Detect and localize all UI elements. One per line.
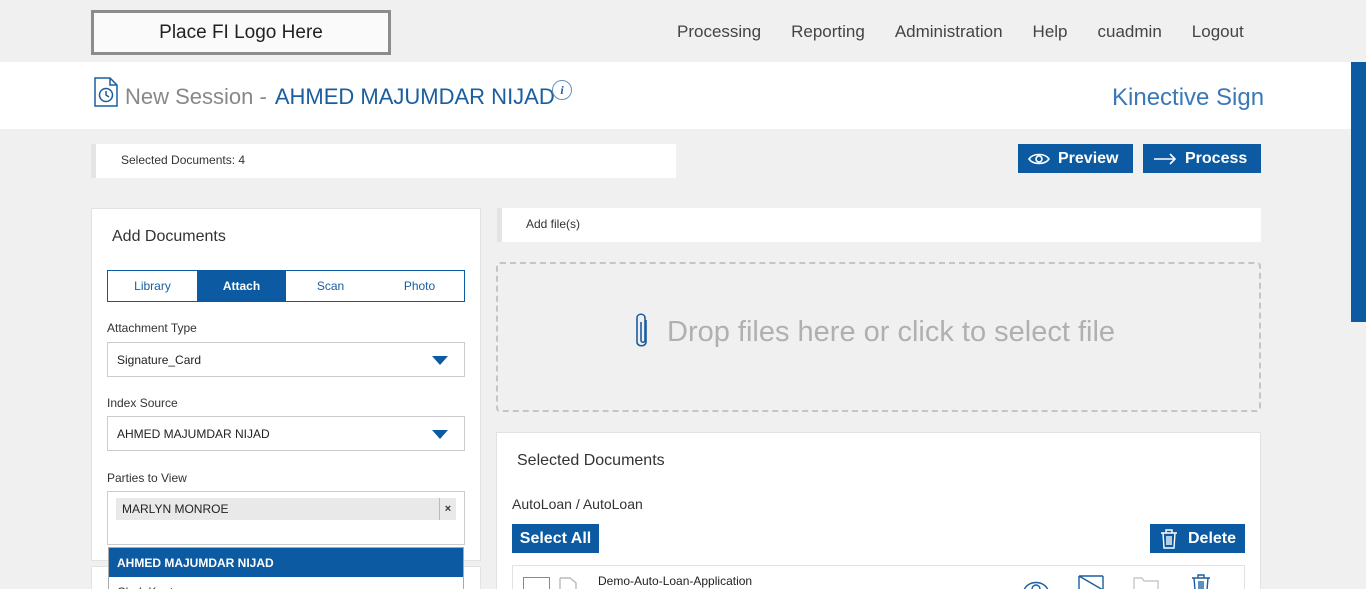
attachment-type-value: Signature_Card	[117, 353, 202, 367]
index-source-label: Index Source	[107, 396, 178, 410]
party-chip: MARLYN MONROE	[116, 498, 456, 520]
main-nav: Processing Reporting Administration Help…	[677, 22, 1244, 42]
tab-scan[interactable]: Scan	[286, 271, 375, 301]
eye-icon[interactable]	[1023, 574, 1049, 589]
tab-library[interactable]: Library	[108, 271, 197, 301]
edit-icon[interactable]	[1078, 574, 1104, 589]
trash-icon[interactable]	[1188, 574, 1214, 589]
index-source-value: AHMED MAJUMDAR NIJAD	[117, 427, 270, 441]
nav-logout[interactable]: Logout	[1192, 22, 1244, 42]
preview-button[interactable]: Preview	[1018, 144, 1133, 173]
parties-dropdown: AHMED MAJUMDAR NIJAD Clark Kent	[108, 547, 464, 589]
selected-documents-count: Selected Documents: 4	[91, 144, 676, 178]
selected-count-text: Selected Documents: 4	[121, 153, 246, 167]
nav-administration[interactable]: Administration	[895, 22, 1003, 42]
session-party-name: AHMED MAJUMDAR NIJAD	[274, 84, 555, 109]
chip-remove-icon[interactable]: ×	[439, 498, 456, 520]
nav-processing[interactable]: Processing	[677, 22, 761, 42]
top-bar: Place FI Logo Here Processing Reporting …	[0, 0, 1366, 62]
nav-user[interactable]: cuadmin	[1098, 22, 1162, 42]
process-label: Process	[1185, 149, 1248, 167]
index-source-select[interactable]: AHMED MAJUMDAR NIJAD	[107, 416, 465, 451]
attachment-type-label: Attachment Type	[107, 321, 197, 335]
select-all-button[interactable]: Select All	[512, 524, 599, 553]
trash-icon	[1161, 528, 1177, 549]
session-label: New Session -	[125, 84, 267, 109]
parties-to-view-label: Parties to View	[107, 471, 187, 485]
add-files-label: Add file(s)	[526, 217, 581, 231]
selected-documents-title: Selected Documents	[517, 452, 665, 469]
preview-label: Preview	[1058, 149, 1119, 167]
nav-help[interactable]: Help	[1033, 22, 1068, 42]
delete-button[interactable]: Delete	[1150, 524, 1245, 553]
document-group-title: AutoLoan / AutoLoan	[512, 496, 643, 512]
page-title: New Session - AHMED MAJUMDAR NIJAD	[125, 84, 555, 110]
tab-attach[interactable]: Attach	[197, 271, 286, 301]
scrollbar-thumb[interactable]	[1351, 62, 1366, 322]
eye-icon	[1028, 153, 1050, 164]
fi-logo-placeholder: Place FI Logo Here	[91, 10, 391, 55]
chevron-down-icon	[432, 356, 448, 365]
brand-name: Kinective Sign	[1112, 84, 1265, 111]
process-button[interactable]: Process	[1143, 144, 1261, 173]
dropzone-text: Drop files here or click to select file	[667, 316, 1116, 348]
history-icon	[94, 77, 118, 107]
info-icon[interactable]: i	[552, 80, 572, 100]
document-checkbox[interactable]	[523, 577, 550, 589]
dropdown-option[interactable]: Clark Kent	[109, 577, 463, 589]
tab-photo[interactable]: Photo	[375, 271, 464, 301]
nav-reporting[interactable]: Reporting	[791, 22, 865, 42]
add-files-bar: Add file(s)	[497, 208, 1261, 242]
document-name: Demo-Auto-Loan-Application	[598, 574, 753, 588]
add-documents-tabs: Library Attach Scan Photo	[107, 270, 465, 302]
file-icon	[559, 577, 577, 589]
arrow-right-icon	[1154, 152, 1177, 165]
delete-label: Delete	[1188, 529, 1237, 547]
folder-icon[interactable]	[1133, 574, 1159, 589]
attachment-type-select[interactable]: Signature_Card	[107, 342, 465, 377]
dropdown-option[interactable]: AHMED MAJUMDAR NIJAD	[109, 548, 463, 577]
paperclip-icon	[636, 313, 647, 347]
add-documents-title: Add Documents	[112, 228, 226, 245]
chevron-down-icon	[432, 430, 448, 439]
